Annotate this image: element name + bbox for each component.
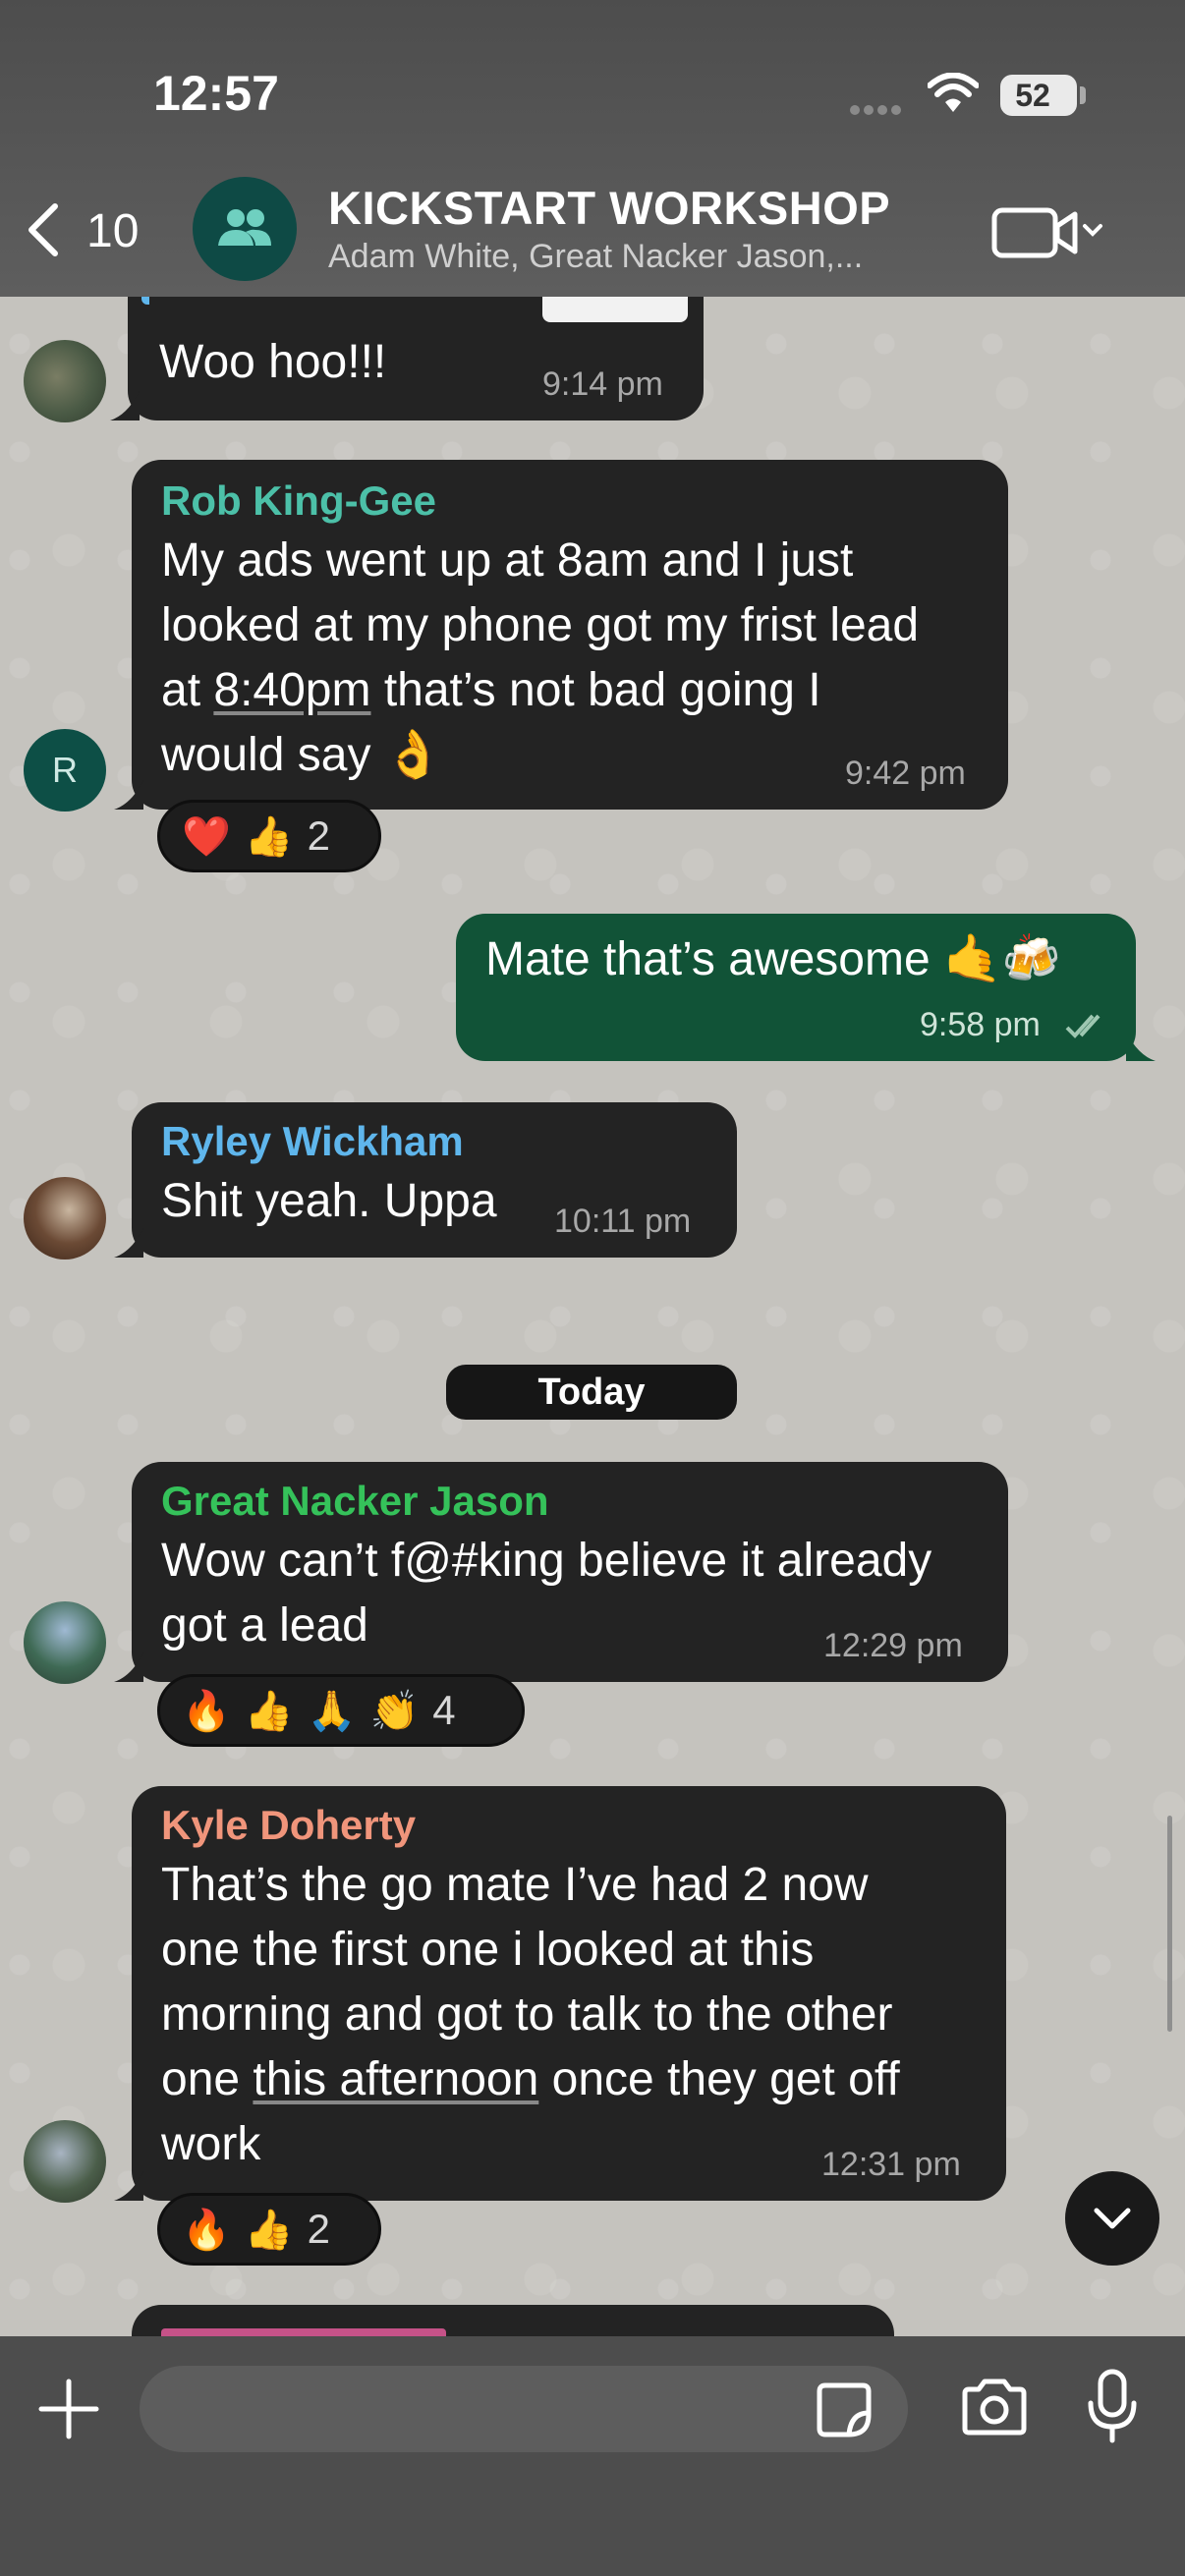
battery-level: 52 <box>1015 78 1050 113</box>
status-time: 12:57 <box>153 66 279 121</box>
message-bubble-outgoing[interactable]: Mate that’s awesome 🤙🍻 9:58 pm <box>456 914 1136 1061</box>
reactions-pill[interactable]: 🔥 👍 🙏 👏 4 <box>157 1674 525 1747</box>
unread-count[interactable]: 10 <box>86 204 139 258</box>
message-input[interactable] <box>140 2366 908 2452</box>
bubble-tail <box>114 1652 143 1682</box>
time-link[interactable]: this afternoon <box>253 2053 538 2105</box>
message-text: My ads went up at 8am and I just looked … <box>161 534 920 781</box>
bubble-tail <box>114 2171 143 2201</box>
time-link[interactable]: 8:40pm <box>213 664 370 716</box>
microphone-icon[interactable] <box>1085 2368 1140 2446</box>
group-icon <box>218 209 271 246</box>
message-time: 9:42 pm <box>845 755 966 792</box>
sticker-icon[interactable] <box>816 2381 873 2438</box>
avatar[interactable] <box>24 340 106 422</box>
scroll-indicator[interactable] <box>1167 1816 1172 2032</box>
message-time: 12:29 pm <box>823 1627 963 1664</box>
message-text: Shit yeah. Uppa <box>161 1175 497 1227</box>
message-time: 10:11 pm <box>554 1203 692 1240</box>
chat-participants[interactable]: Adam White, Great Nacker Jason,... <box>328 238 863 276</box>
chat-title[interactable]: KICKSTART WORKSHOP <box>328 181 890 235</box>
sender-name[interactable]: Ryley Wickham <box>161 1118 464 1165</box>
camera-icon[interactable] <box>959 2378 1030 2436</box>
reaction-count: 2 <box>307 812 330 859</box>
sender-name[interactable]: Great Nacker Jason <box>161 1478 549 1525</box>
plus-icon[interactable] <box>37 2378 100 2440</box>
reactions-pill[interactable]: 🔥 👍 2 <box>157 2193 381 2266</box>
back-chevron-icon[interactable] <box>22 200 63 259</box>
bubble-tail <box>114 1228 143 1258</box>
chat-header: 12:57 52 10 KICKSTART WORKSHOP Adam Whit… <box>0 0 1185 297</box>
message-bubble[interactable]: Ryley Wickham Shit yeah. Uppa 10:11 pm <box>132 1102 737 1258</box>
avatar[interactable]: R <box>24 729 106 812</box>
battery-icon: 52 <box>1000 75 1077 116</box>
reaction-count: 2 <box>307 2206 330 2252</box>
message-text: That’s the go mate I’ve had 2 now one th… <box>161 1859 900 2170</box>
avatar[interactable] <box>24 1177 106 1260</box>
message-time: 9:58 pm <box>920 1006 1041 1043</box>
video-call-icon[interactable] <box>988 202 1106 261</box>
avatar[interactable] <box>24 1601 106 1684</box>
bubble-tail <box>1126 1032 1156 1061</box>
battery-cap <box>1080 86 1086 104</box>
message-bubble[interactable]: Rob King-Gee My ads went up at 8am and I… <box>132 460 1008 810</box>
message-time: 9:14 pm <box>542 365 663 403</box>
reaction-count: 4 <box>432 1687 456 1733</box>
bubble-tail <box>114 780 143 810</box>
message-time: 12:31 pm <box>821 2146 961 2183</box>
sender-name[interactable]: Kyle Doherty <box>161 1802 416 1849</box>
message-bubble[interactable]: Great Nacker Jason Wow can’t f@#king bel… <box>132 1462 1008 1682</box>
date-separator: Today <box>446 1365 737 1420</box>
avatar[interactable] <box>24 2120 106 2203</box>
message-text: Mate that’s awesome 🤙🍻 <box>485 933 1061 985</box>
reactions-pill[interactable]: ❤️ 👍 2 <box>157 800 381 872</box>
read-receipt-icon <box>1065 1014 1100 1038</box>
bubble-tail <box>110 391 140 420</box>
message-bubble[interactable]: Woo hoo!!! 9:14 pm <box>128 275 704 420</box>
group-avatar[interactable] <box>193 177 297 281</box>
sender-name[interactable]: Rob King-Gee <box>161 477 436 525</box>
wifi-icon <box>928 73 979 112</box>
message-text: Woo hoo!!! <box>159 336 387 388</box>
chevron-down-icon <box>1094 2208 1131 2229</box>
message-bubble[interactable]: Kyle Doherty That’s the go mate I’ve had… <box>132 1786 1006 2201</box>
scroll-to-bottom-button[interactable] <box>1065 2171 1159 2266</box>
cellular-signal-icon <box>850 102 907 115</box>
